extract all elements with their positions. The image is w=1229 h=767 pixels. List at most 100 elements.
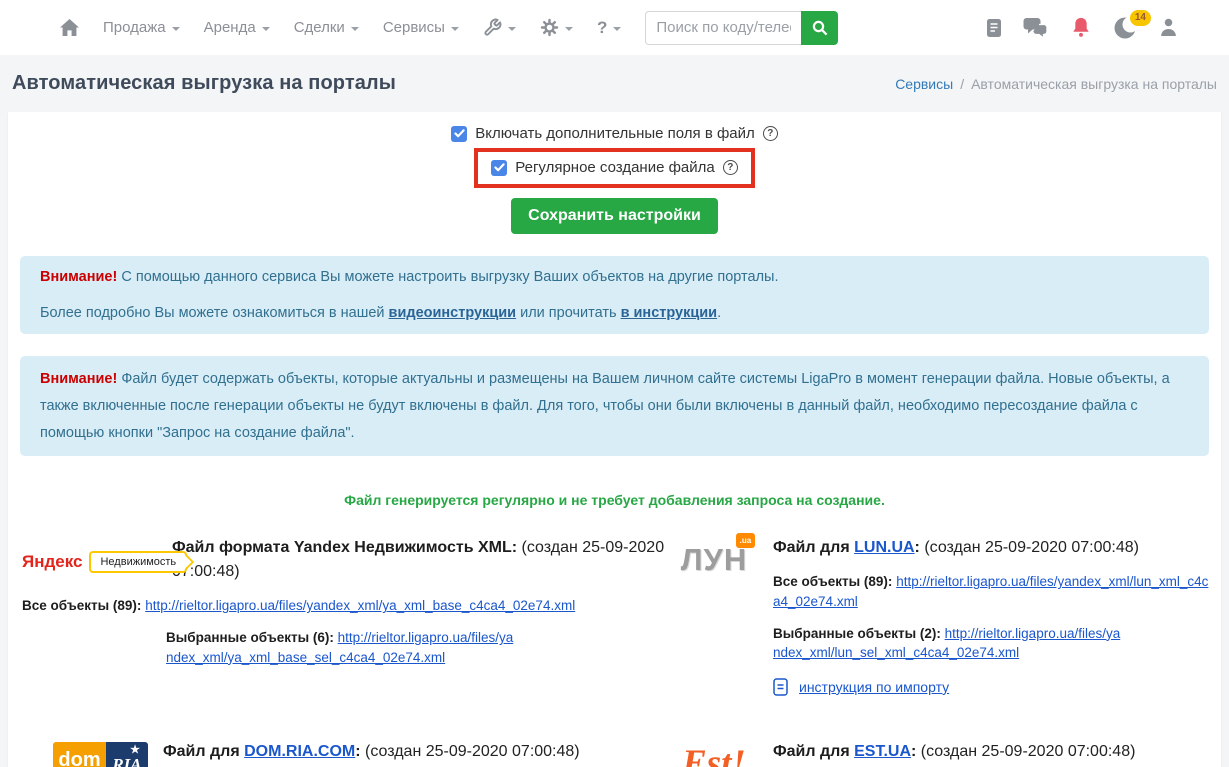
nav-right-icons: 14 [986, 15, 1177, 41]
all-objects-link[interactable]: http://rieltor.ligapro.ua/files/yandex_x… [145, 598, 575, 613]
tasks-button[interactable]: 14 [1113, 15, 1139, 41]
video-instruction-link[interactable]: видеоинструкции [389, 305, 517, 321]
search-bar [645, 11, 838, 45]
portal-site-link[interactable]: EST.UA [854, 743, 911, 760]
nav-item-help[interactable]: ? [597, 18, 621, 38]
page-title: Автоматическая выгрузка на порталы [12, 72, 396, 95]
journal-button[interactable] [986, 18, 1002, 38]
extra-fields-row: Включать дополнительные поля в файл ? [451, 125, 778, 142]
home-icon [60, 19, 79, 37]
portal-title-bold: Файл для [773, 743, 850, 760]
portal-title-bold: Файл для [773, 539, 850, 556]
portal-site-link[interactable]: LUN.UA [854, 539, 914, 556]
colon: : [355, 743, 360, 760]
selected-objects-label: Выбранные объекты (6): [166, 630, 334, 645]
est-logo: Est! [682, 742, 746, 767]
nav-item-services[interactable]: Сервисы [383, 19, 459, 36]
import-instruction-link[interactable]: инструкция по импорту [799, 679, 949, 695]
chevron-down-icon [262, 27, 270, 31]
profile-button[interactable] [1160, 18, 1177, 37]
selected-objects-line: Выбранные объекты (2): http://rieltor.li… [773, 624, 1125, 663]
info-alert: Внимание! С помощью данного сервиса Вы м… [20, 256, 1209, 334]
portal-block-est: Est! Файл для EST.UA: (создан 25-09-2020… [670, 740, 1215, 767]
colon: : [915, 539, 920, 556]
search-input[interactable] [645, 11, 801, 45]
gear-icon [540, 18, 559, 37]
manual-instruction-link[interactable]: в инструкции [621, 305, 718, 321]
nav-item-label: Сервисы [383, 19, 445, 36]
help-question-icon[interactable]: ? [763, 126, 778, 141]
save-settings-button[interactable]: Сохранить настройки [511, 198, 718, 234]
nav-item-rent[interactable]: Аренда [204, 19, 270, 36]
portals-grid: Яндекс Недвижимость Файл формата Yandex … [14, 536, 1215, 767]
portal-created: (создан 25-09-2020 07:00:48) [365, 743, 580, 760]
nav-menu: Продажа Аренда Сделки Сервисы [60, 18, 621, 38]
highlight-red-frame: Регулярное создание файла ? [474, 148, 755, 188]
all-objects-label: Все объекты (89): [773, 574, 892, 589]
selected-objects-label: Выбранные объекты (2): [773, 626, 941, 641]
nav-item-sale[interactable]: Продажа [103, 19, 180, 36]
nav-item-settings[interactable] [540, 18, 573, 37]
attention-label: Внимание! [40, 371, 117, 387]
chevron-down-icon [172, 27, 180, 31]
messages-button[interactable] [1023, 17, 1049, 39]
portal-site-link[interactable]: DOM.RIA.COM [244, 743, 355, 760]
regular-creation-checkbox[interactable] [491, 160, 507, 176]
ria-logo-square: RIA [106, 742, 148, 767]
nav-item-tools[interactable] [483, 18, 516, 37]
content-card: Включать дополнительные поля в файл ? Ре… [8, 112, 1221, 767]
document-icon [773, 678, 788, 696]
info-alert-text: С помощью данного сервиса Вы можете наст… [121, 269, 778, 285]
nav-item-label: Аренда [204, 19, 256, 36]
dom-logo-square: dom [53, 742, 106, 767]
all-objects-line: Все объекты (89): http://rieltor.ligapro… [22, 596, 670, 616]
period: . [717, 305, 721, 321]
portal-block-yandex: Яндекс Недвижимость Файл формата Yandex … [22, 536, 670, 695]
chevron-down-icon [565, 27, 573, 31]
info-alert-text2: Более подробно Вы можете ознакомиться в … [40, 305, 385, 321]
portal-title: Файл формата Yandex Недвижимость XML: (с… [172, 536, 670, 584]
nav-item-deals[interactable]: Сделки [294, 19, 359, 36]
portal-block-lun: ЛУН .ua Файл для LUN.UA: (создан 25-09-2… [670, 536, 1215, 695]
yandex-realty-tag: Недвижимость [89, 551, 187, 573]
selected-objects-line: Выбранные объекты (6): http://rieltor.li… [166, 628, 518, 667]
portal-title-bold: Файл формата Yandex Недвижимость XML: [172, 539, 517, 556]
breadcrumb-link-services[interactable]: Сервисы [895, 76, 953, 92]
all-objects-line: Все объекты (89): http://rieltor.ligapro… [773, 572, 1215, 611]
notifications-button[interactable] [1070, 16, 1092, 39]
portal-title: Файл для LUN.UA: (создан 25-09-2020 07:0… [773, 536, 1215, 560]
portal-block-domria: dom RIA Файл для DOM.RIA.COM: (создан 25… [22, 740, 670, 767]
nav-item-label: Сделки [294, 19, 345, 36]
bell-icon [1070, 16, 1092, 39]
colon: : [911, 743, 916, 760]
yandex-logo: Яндекс Недвижимость [22, 540, 162, 584]
portal-title-bold: Файл для [163, 743, 240, 760]
export-settings: Включать дополнительные поля в файл ? Ре… [14, 125, 1215, 234]
portal-title: Файл для DOM.RIA.COM: (создан 25-09-2020… [163, 740, 603, 764]
extra-fields-checkbox[interactable] [451, 126, 467, 142]
page-header: Автоматическая выгрузка на порталы Серви… [0, 55, 1229, 112]
breadcrumb-current: Автоматическая выгрузка на порталы [971, 76, 1217, 92]
journal-icon [986, 18, 1002, 38]
home-button[interactable] [60, 19, 79, 37]
search-button[interactable] [801, 11, 838, 45]
notification-count-badge: 14 [1130, 10, 1151, 26]
portal-created: (создан 25-09-2020 07:00:48) [924, 539, 1139, 556]
extra-fields-label: Включать дополнительные поля в файл [475, 125, 755, 142]
yandex-logo-word: Яндекс [22, 552, 82, 572]
help-question-icon[interactable]: ? [723, 160, 738, 175]
chat-icon [1023, 17, 1049, 39]
info-alert-text3: или прочитать [520, 305, 616, 321]
warning-alert: Внимание! Файл будет содержать объекты, … [20, 356, 1209, 456]
chevron-down-icon [351, 27, 359, 31]
portal-title: Файл для EST.UA: (создан 25-09-2020 07:0… [773, 740, 1215, 764]
attention-label: Внимание! [40, 269, 117, 285]
import-instruction-row: инструкция по импорту [773, 678, 1215, 696]
person-icon [1160, 18, 1177, 37]
domria-logo: dom RIA [53, 742, 148, 767]
search-icon [812, 20, 828, 36]
chevron-down-icon [613, 27, 621, 31]
breadcrumb-separator: / [960, 76, 964, 92]
portal-created: (создан 25-09-2020 07:00:48) [921, 743, 1136, 760]
all-objects-label: Все объекты (89): [22, 598, 141, 613]
